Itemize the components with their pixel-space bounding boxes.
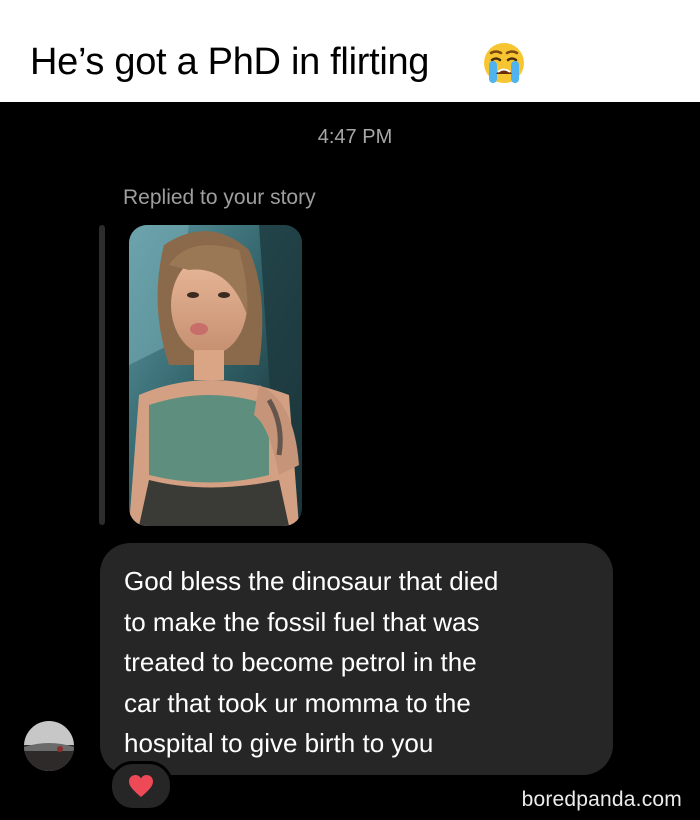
story-preview[interactable] xyxy=(129,225,302,526)
chat-area: 4:47 PM Replied to your story God bless … xyxy=(0,102,700,820)
heart-icon xyxy=(129,775,153,797)
message-bubble[interactable]: God bless the dinosaur that died to make… xyxy=(100,543,613,775)
caption-bar: He’s got a PhD in flirting xyxy=(0,0,700,102)
watermark: boredpanda.com xyxy=(521,788,682,811)
message-timestamp: 4:47 PM xyxy=(317,126,393,148)
message-text: God bless the dinosaur that died to make… xyxy=(124,566,499,758)
avatar-icon[interactable] xyxy=(24,721,74,771)
crying-face-icon xyxy=(484,43,524,83)
reply-indicator-line xyxy=(99,225,105,525)
reply-context-label: Replied to your story xyxy=(123,186,316,209)
caption-text: He’s got a PhD in flirting xyxy=(30,41,430,83)
reaction-button[interactable] xyxy=(109,761,173,811)
